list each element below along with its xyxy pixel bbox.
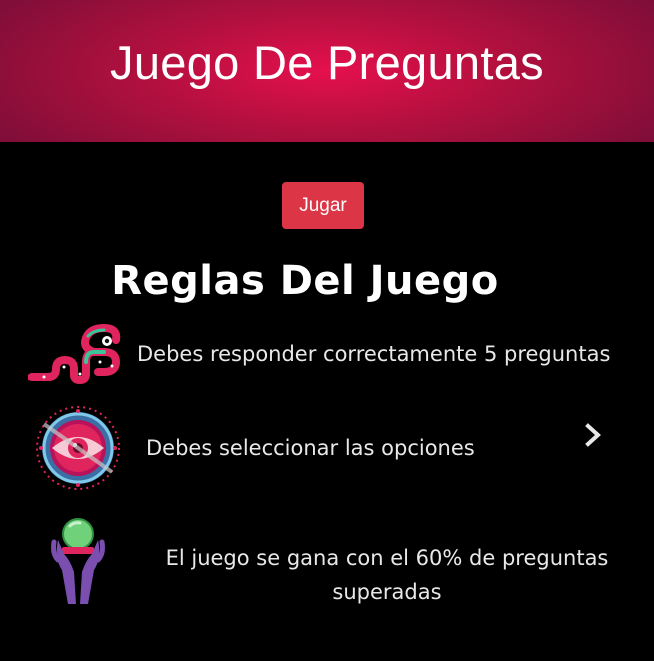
eye-mandala-icon — [36, 406, 120, 490]
rule-text-2: Debes seleccionar las opciones — [146, 436, 475, 460]
chevron-right-icon[interactable] — [580, 422, 606, 448]
snake-icon — [28, 323, 121, 384]
rules-title: Reglas Del Juego — [111, 258, 499, 304]
crystal-ball-hands-icon — [51, 518, 105, 604]
page-title: Juego De Preguntas — [110, 35, 544, 89]
rule-text-3: El juego se gana con el 60% de preguntas… — [165, 546, 609, 604]
page-header: Juego De Preguntas — [0, 0, 654, 142]
rule-text-1: Debes responder correctamente 5 pregunta… — [137, 342, 611, 366]
play-button[interactable]: Jugar — [282, 182, 364, 229]
